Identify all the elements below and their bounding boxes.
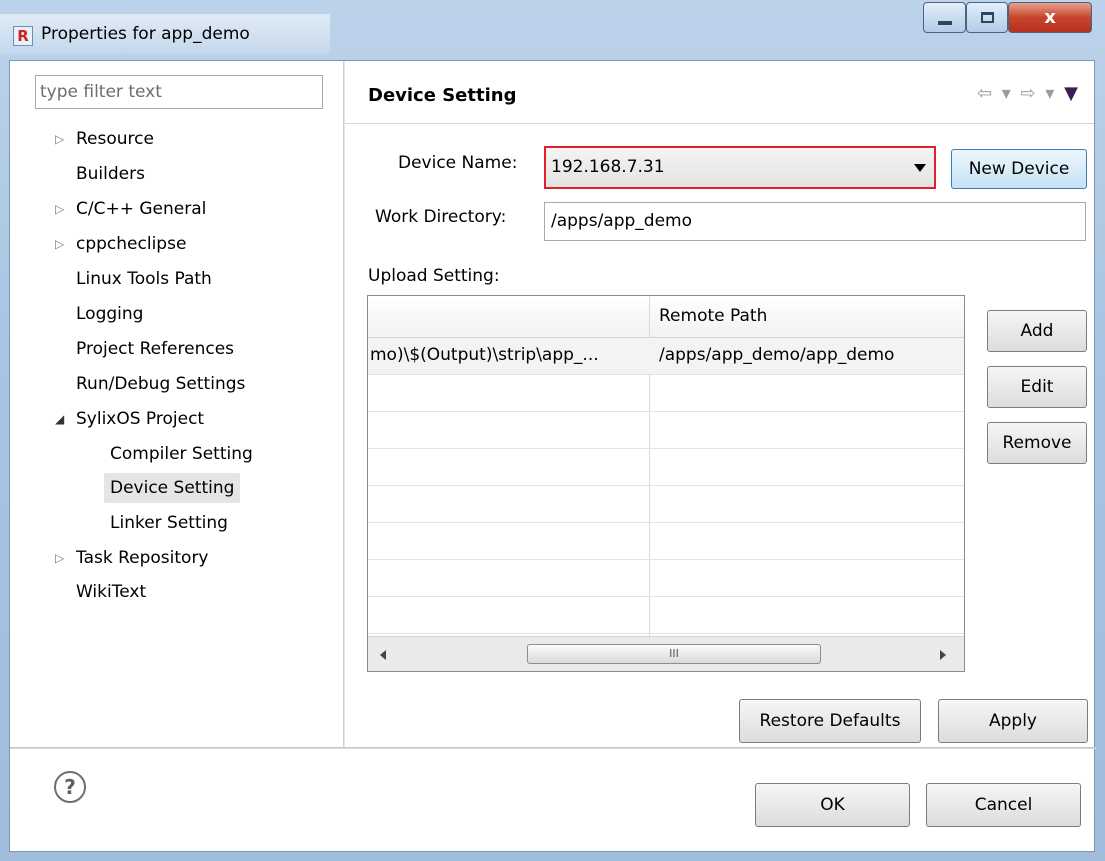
tree-item-linux-tools-path[interactable]: Linux Tools Path <box>76 264 212 294</box>
forward-menu-icon[interactable]: ▾ <box>1045 83 1056 104</box>
expand-icon[interactable]: ▷ <box>55 124 64 154</box>
tree-item-wikitext[interactable]: WikiText <box>76 577 146 607</box>
table-row[interactable] <box>368 597 964 634</box>
expand-icon[interactable]: ▷ <box>55 229 64 259</box>
view-menu-icon[interactable]: ▼ <box>1064 83 1080 104</box>
device-name-value: 192.168.7.31 <box>551 157 665 177</box>
tree-item-logging[interactable]: Logging <box>76 299 143 329</box>
window-title: Properties for app_demo <box>41 24 250 44</box>
tree-item-sylixos-project[interactable]: SylixOS Project <box>76 404 204 434</box>
back-arrow-icon[interactable]: ⇦ <box>977 83 994 104</box>
cancel-button[interactable]: Cancel <box>926 783 1081 827</box>
table-row[interactable] <box>368 449 964 486</box>
scroll-right-icon[interactable] <box>940 650 946 660</box>
remove-button[interactable]: Remove <box>987 422 1087 464</box>
restore-defaults-button[interactable]: Restore Defaults <box>739 699 921 743</box>
page-navigation: ⇦ ▾ ⇨ ▾ ▼ <box>977 83 1080 104</box>
tree-item-device-setting[interactable]: Device Setting <box>104 473 241 503</box>
tree-item-resource[interactable]: Resource <box>76 124 154 154</box>
maximize-button[interactable] <box>966 2 1008 33</box>
help-icon[interactable]: ? <box>54 771 86 803</box>
ok-button[interactable]: OK <box>755 783 910 827</box>
table-cell-remote: /apps/app_demo/app_demo <box>659 345 895 365</box>
expand-icon[interactable]: ▷ <box>55 543 64 573</box>
apply-button[interactable]: Apply <box>938 699 1088 743</box>
scroll-left-icon[interactable] <box>380 650 386 660</box>
table-row[interactable] <box>368 375 964 412</box>
table-row[interactable] <box>368 412 964 449</box>
dropdown-arrow-icon[interactable] <box>914 164 926 172</box>
minimize-button[interactable] <box>923 2 966 33</box>
dialog-client-area: type filter text ▷ Resource Builders ▷ C… <box>9 60 1096 852</box>
table-cell-local: mo)\$(Output)\strip\app_... <box>370 345 599 365</box>
expand-icon[interactable]: ▷ <box>55 194 64 224</box>
collapse-icon[interactable]: ◢ <box>55 404 64 434</box>
minimize-icon <box>937 20 952 25</box>
table-header: Remote Path <box>368 296 964 338</box>
upload-setting-label: Upload Setting: <box>368 266 500 286</box>
work-directory-label: Work Directory: <box>375 207 507 227</box>
app-logo-icon: R <box>13 26 33 46</box>
close-icon: x <box>1044 7 1056 28</box>
add-button[interactable]: Add <box>987 310 1087 352</box>
maximize-icon <box>980 12 994 23</box>
scroll-thumb[interactable]: III <box>527 644 821 664</box>
device-name-select[interactable]: 192.168.7.31 <box>544 146 936 189</box>
tree-item-cc-general[interactable]: C/C++ General <box>76 194 206 224</box>
filter-input[interactable]: type filter text <box>35 75 323 109</box>
tree-item-compiler-setting[interactable]: Compiler Setting <box>110 439 253 469</box>
table-row[interactable] <box>368 523 964 560</box>
footer-divider <box>10 747 1096 749</box>
properties-dialog: R Properties for app_demo x type filter … <box>0 0 1105 861</box>
edit-button[interactable]: Edit <box>987 366 1087 408</box>
title-bar[interactable]: R Properties for app_demo x <box>0 0 1105 54</box>
table-row[interactable] <box>368 560 964 597</box>
title-divider <box>345 123 1094 124</box>
navigation-pane: type filter text ▷ Resource Builders ▷ C… <box>10 61 343 747</box>
new-device-button[interactable]: New Device <box>951 149 1087 189</box>
column-header-remote-path[interactable]: Remote Path <box>659 306 767 326</box>
tree-item-run-debug-settings[interactable]: Run/Debug Settings <box>76 369 245 399</box>
device-name-label: Device Name: <box>398 153 518 173</box>
back-menu-icon[interactable]: ▾ <box>1002 83 1013 104</box>
tree-item-linker-setting[interactable]: Linker Setting <box>110 508 228 538</box>
horizontal-scrollbar[interactable]: III <box>368 636 964 671</box>
upload-table[interactable]: Remote Path mo)\$(Output)\strip\app_... … <box>367 295 965 672</box>
forward-arrow-icon[interactable]: ⇨ <box>1021 83 1038 104</box>
tree-item-cppcheclipse[interactable]: cppcheclipse <box>76 229 186 259</box>
tree-item-task-repository[interactable]: Task Repository <box>76 543 209 573</box>
table-row[interactable] <box>368 486 964 523</box>
tree-item-builders[interactable]: Builders <box>76 159 145 189</box>
work-directory-field[interactable]: /apps/app_demo <box>544 202 1086 241</box>
table-row[interactable]: mo)\$(Output)\strip\app_... /apps/app_de… <box>368 338 964 375</box>
settings-pane: Device Setting ⇦ ▾ ⇨ ▾ ▼ Device Name: 19… <box>345 61 1094 747</box>
tree-item-project-references[interactable]: Project References <box>76 334 234 364</box>
page-title: Device Setting <box>368 85 517 106</box>
close-button[interactable]: x <box>1008 2 1092 33</box>
